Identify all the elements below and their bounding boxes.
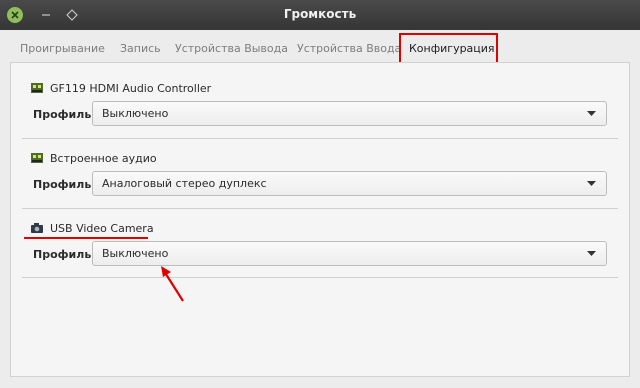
profile-label: Профиль: bbox=[33, 178, 96, 191]
chevron-down-icon bbox=[587, 251, 596, 256]
device-name-builtin: Встроенное аудио bbox=[50, 152, 157, 165]
tab-input-devices[interactable]: Устройства Ввода bbox=[297, 42, 401, 55]
separator bbox=[22, 208, 618, 209]
window-title: Громкость bbox=[283, 7, 357, 21]
profile-label: Профиль: bbox=[33, 248, 96, 261]
profile-select-usb-camera[interactable]: Выключено bbox=[92, 241, 607, 266]
profile-select-hdmi[interactable]: Выключено bbox=[92, 101, 607, 126]
separator bbox=[22, 277, 618, 278]
device-name-usb-camera: USB Video Camera bbox=[50, 222, 154, 235]
separator bbox=[22, 138, 618, 139]
tab-bar: Проигрывание Запись Устройства Вывода Ус… bbox=[0, 30, 640, 63]
profile-label: Профиль: bbox=[33, 108, 96, 121]
chevron-down-icon bbox=[587, 111, 596, 116]
profile-value: Аналоговый стерео дуплекс bbox=[102, 177, 267, 190]
profile-select-builtin[interactable]: Аналоговый стерео дуплекс bbox=[92, 171, 607, 196]
device-name-hdmi: GF119 HDMI Audio Controller bbox=[50, 82, 212, 95]
tab-playback[interactable]: Проигрывание bbox=[20, 42, 105, 55]
tab-recording[interactable]: Запись bbox=[120, 42, 161, 55]
chevron-down-icon bbox=[587, 181, 596, 186]
profile-value: Выключено bbox=[102, 107, 169, 120]
camera-icon bbox=[31, 223, 43, 233]
title-bar[interactable]: Громкость bbox=[0, 0, 640, 30]
volume-window: Громкость Проигрывание Запись Устройства… bbox=[0, 0, 640, 388]
tab-output-devices[interactable]: Устройства Вывода bbox=[175, 42, 288, 55]
underline-annotation bbox=[24, 237, 148, 239]
arrow-annotation-icon bbox=[161, 266, 184, 302]
profile-value: Выключено bbox=[102, 247, 169, 260]
sound-card-icon bbox=[31, 83, 43, 93]
sound-card-icon bbox=[31, 153, 43, 163]
